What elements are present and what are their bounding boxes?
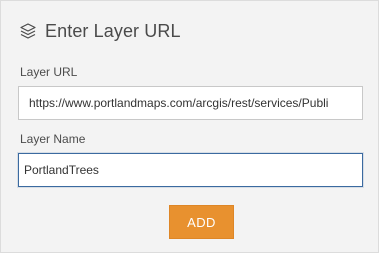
layer-url-label: Layer URL	[20, 65, 78, 79]
layer-name-input[interactable]	[18, 153, 363, 187]
layer-url-input[interactable]	[18, 86, 363, 120]
panel-header: Enter Layer URL	[18, 19, 181, 43]
layer-name-label: Layer Name	[20, 132, 86, 146]
layers-icon	[18, 21, 38, 41]
panel-title: Enter Layer URL	[45, 20, 181, 41]
enter-layer-url-panel: Enter Layer URL Layer URL Layer Name ADD	[0, 0, 379, 253]
add-button[interactable]: ADD	[169, 205, 234, 239]
